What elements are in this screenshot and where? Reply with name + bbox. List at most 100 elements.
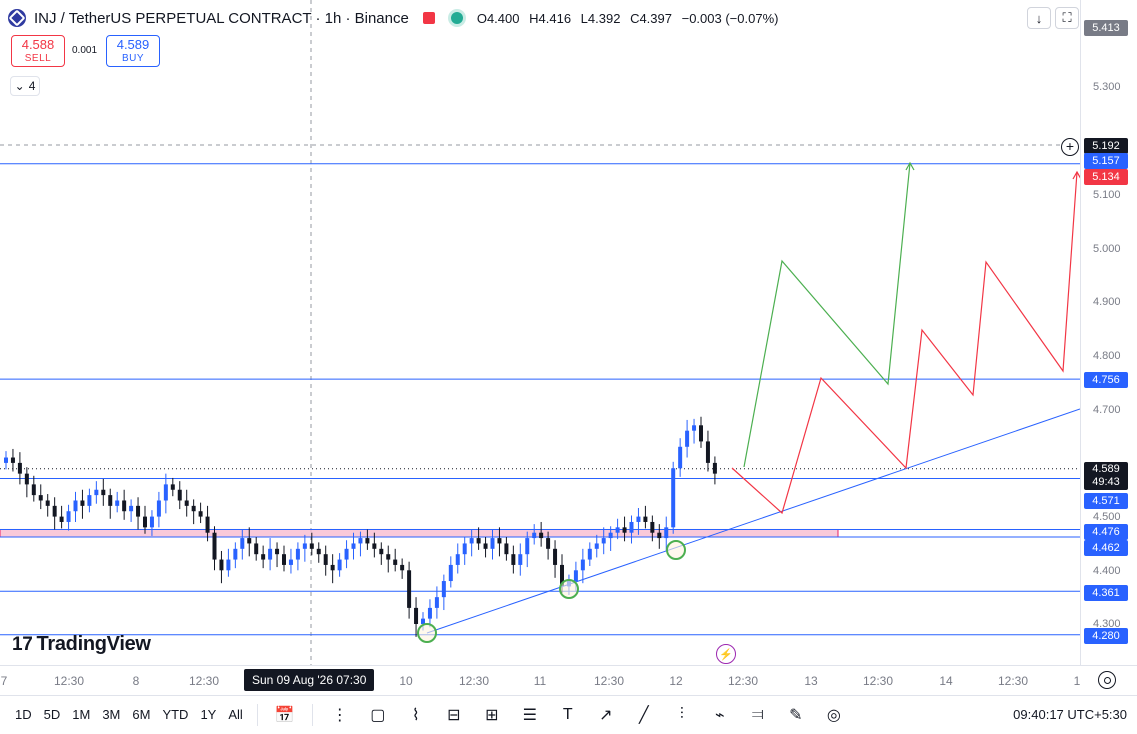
candle-body — [38, 495, 43, 501]
change-value: −0.003 (−0.07%) — [681, 10, 779, 26]
price-scale[interactable]: 5.413 5.300 5.192 5.157 5.134 5.100 5.00… — [1080, 0, 1137, 665]
last-price: 4.589 — [1092, 463, 1120, 475]
candle-body — [316, 548, 321, 555]
candle-body — [73, 500, 78, 512]
rectangle-tool-icon[interactable]: ▢ — [365, 702, 391, 728]
candle-body — [80, 500, 85, 506]
download-icon[interactable]: ↓ — [1027, 7, 1051, 29]
candle-body — [546, 538, 551, 549]
price-tick: 4.900 — [1093, 296, 1121, 308]
add-alert-plus-icon[interactable]: + — [1061, 138, 1079, 156]
date-range-icon[interactable]: 📅 — [272, 702, 298, 728]
candle-body — [532, 532, 537, 539]
crosshair-price-label: 5.192 — [1084, 138, 1128, 154]
clock[interactable]: 09:40:17 UTC+5:30 — [1013, 696, 1127, 734]
measure-tool-icon[interactable]: ⫤ — [745, 702, 771, 728]
candle-body — [261, 554, 266, 560]
pink-zone — [0, 528, 839, 538]
trendline-tool-icon[interactable]: ╱ — [631, 702, 657, 728]
candle-body — [45, 500, 50, 506]
drag-handle-icon[interactable]: ⋮ — [327, 702, 353, 728]
price-chart[interactable] — [0, 0, 1080, 665]
target-tool-icon[interactable]: ◎ — [821, 702, 847, 728]
buy-label: BUY — [121, 53, 145, 64]
candle-body — [386, 554, 391, 560]
candle-body — [330, 564, 335, 571]
candle-body — [52, 505, 57, 517]
indicators-toggle[interactable]: ⌄ 4 — [10, 76, 40, 96]
long-position-icon[interactable]: ⊟ — [441, 702, 467, 728]
time-tick: 11 — [533, 674, 547, 688]
level-label-4361: 4.361 — [1084, 585, 1128, 601]
candle-body — [427, 607, 432, 619]
candle-body — [129, 505, 134, 512]
range-5d-button[interactable]: 5D — [38, 696, 67, 734]
time-tick: 7 — [0, 674, 8, 688]
green-projection-path — [743, 162, 911, 468]
short-position-icon[interactable]: ⊞ — [479, 702, 505, 728]
scale-settings-icon[interactable] — [1098, 671, 1116, 689]
time-tick: 12:30 — [53, 674, 85, 688]
time-tick: 8 — [132, 674, 140, 688]
level-label-4462: 4.462 — [1084, 540, 1128, 556]
price-tick: 4.700 — [1093, 404, 1121, 416]
sell-button[interactable]: 4.588 SELL — [11, 35, 65, 67]
price-tick: 5.000 — [1093, 243, 1121, 255]
time-tick: 12:30 — [458, 674, 490, 688]
last-price-label: 4.589 49:43 — [1084, 462, 1128, 490]
candle-body — [233, 548, 238, 560]
brush-tool-icon[interactable]: ✎ — [783, 702, 809, 728]
candle-body — [372, 543, 377, 549]
chart-area[interactable]: INJ / TetherUS PERPETUAL CONTRACT · 1h ·… — [0, 0, 1080, 665]
symbol-title[interactable]: INJ / TetherUS PERPETUAL CONTRACT · 1h ·… — [34, 10, 409, 27]
fullscreen-icon[interactable]: ⛶ — [1055, 7, 1079, 29]
candle-body — [143, 516, 147, 528]
price-tick: 4.800 — [1093, 350, 1121, 362]
candle-body — [4, 457, 8, 463]
ray-tool-icon[interactable]: ↗ — [593, 702, 619, 728]
level-label-4280: 4.280 — [1084, 628, 1128, 644]
bars-pattern-icon[interactable]: ⫶ — [669, 702, 695, 728]
candle-body — [115, 500, 120, 506]
sell-price: 4.588 — [21, 37, 55, 52]
candle-body — [295, 548, 300, 560]
range-3m-button[interactable]: 3M — [96, 696, 126, 734]
zigzag-tool-icon[interactable]: ⌁ — [707, 702, 733, 728]
candle-body — [622, 527, 627, 533]
candle-body — [657, 532, 662, 539]
candle-body — [323, 554, 328, 565]
candle-body — [24, 473, 29, 485]
candle-body — [678, 446, 683, 469]
path-tool-icon[interactable]: ⌇ — [403, 702, 429, 728]
time-tick: 12:30 — [727, 674, 759, 688]
candle-body — [184, 500, 189, 506]
buy-button[interactable]: 4.589 BUY — [106, 35, 160, 67]
close-value: C4.397 — [630, 10, 672, 26]
lightning-icon[interactable]: ⚡ — [716, 644, 736, 664]
tradingview-logo[interactable]: 17 TradingView — [12, 633, 151, 656]
time-scale[interactable]: 7 12:30 8 12:30 10 12:30 11 12:30 12 12:… — [0, 665, 1137, 695]
candle-body — [441, 581, 446, 598]
candle-body — [282, 554, 286, 565]
candle-body — [587, 548, 592, 560]
candle-body — [580, 559, 585, 571]
candle-body — [254, 543, 259, 555]
range-all-button[interactable]: All — [222, 696, 248, 734]
fib-retracement-icon[interactable]: ☰ — [517, 702, 543, 728]
time-tick: 10 — [399, 674, 413, 688]
range-1m-button[interactable]: 1M — [66, 696, 96, 734]
candle-body — [365, 538, 370, 544]
level-label-5157: 5.157 — [1084, 153, 1128, 169]
range-6m-button[interactable]: 6M — [126, 696, 156, 734]
time-tick: 12 — [669, 674, 683, 688]
range-ytd-button[interactable]: YTD — [156, 696, 194, 734]
candle-body — [643, 516, 648, 522]
flag-icon[interactable] — [422, 12, 435, 24]
range-1y-button[interactable]: 1Y — [194, 696, 222, 734]
symbol-header[interactable]: INJ / TetherUS PERPETUAL CONTRACT · 1h ·… — [8, 6, 784, 30]
candle-body — [17, 462, 22, 474]
ascending-trendline — [426, 408, 1080, 634]
time-tick: 14 — [939, 674, 953, 688]
text-tool-icon[interactable]: T — [555, 702, 581, 728]
range-1d-button[interactable]: 1D — [9, 696, 38, 734]
